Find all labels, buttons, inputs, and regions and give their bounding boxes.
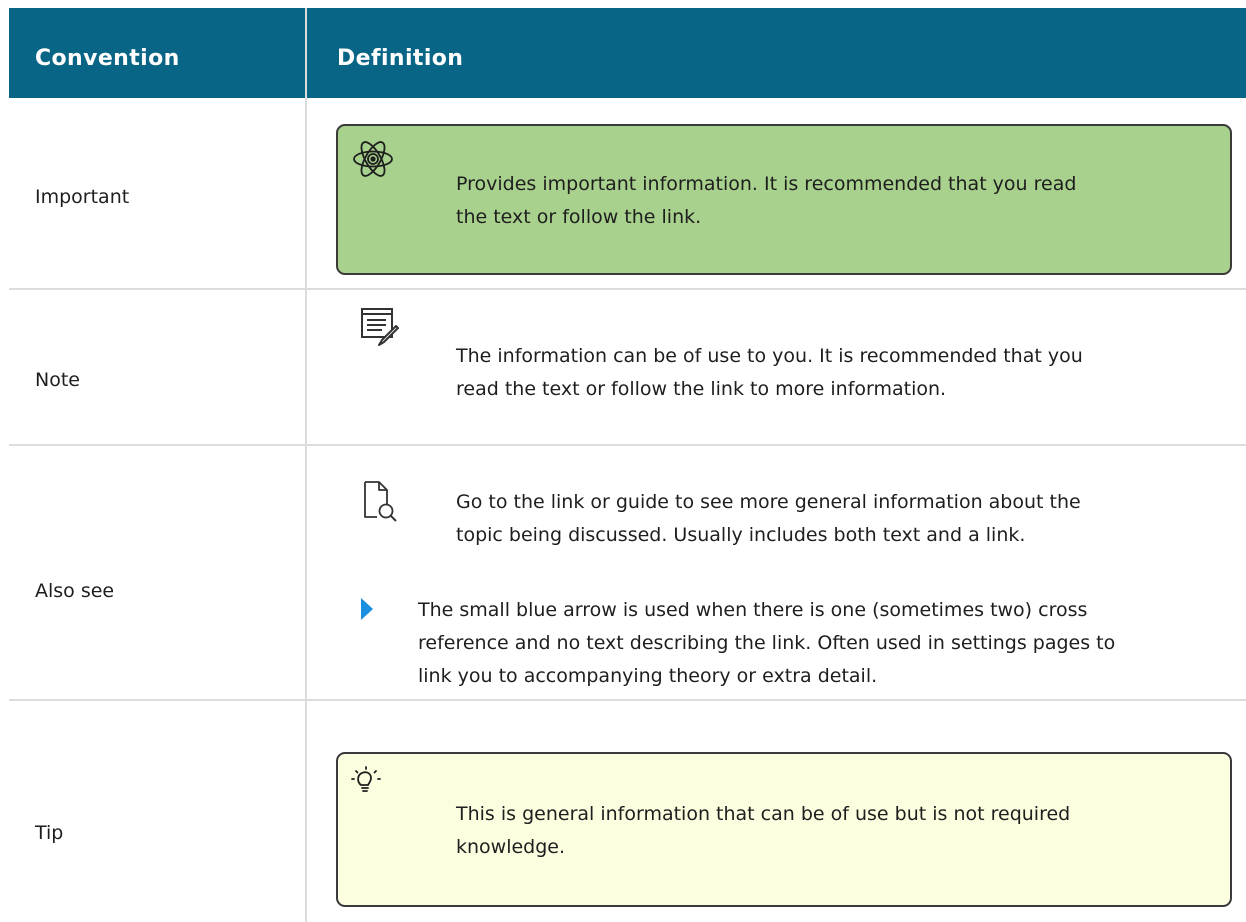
blue-arrow-icon [361, 598, 373, 620]
definition-line: knowledge. [456, 836, 566, 858]
definition-line: link you to accompanying theory or extra… [418, 665, 878, 687]
conventions-page: Convention Definition Important Provides… [0, 0, 1246, 922]
convention-important: Important [35, 186, 130, 208]
definition-line: The information can be of use to you. It… [456, 345, 1083, 367]
row-divider [9, 444, 1246, 446]
header-convention: Convention [35, 46, 180, 71]
lightbulb-icon [351, 766, 381, 792]
column-divider [305, 8, 307, 922]
convention-also-see: Also see [35, 580, 115, 602]
definition-line: read the text or follow the link to more… [456, 378, 947, 400]
tip-definition: This is general information that can be … [456, 798, 1070, 864]
header-definition: Definition [337, 46, 464, 71]
definition-line: topic being discussed. Usually includes … [456, 524, 1026, 546]
convention-note: Note [35, 369, 80, 391]
definition-line: Provides important information. It is re… [456, 173, 1077, 195]
definition-line: This is general information that can be … [456, 803, 1071, 825]
blue-arrow-definition: The small blue arrow is used when there … [418, 594, 1115, 693]
row-divider [9, 288, 1246, 290]
also-see-definition: Go to the link or guide to see more gene… [456, 486, 1081, 552]
definition-line: Go to the link or guide to see more gene… [456, 491, 1081, 513]
convention-tip: Tip [35, 822, 64, 844]
definition-line: The small blue arrow is used when there … [418, 599, 1088, 621]
document-search-icon [364, 481, 397, 522]
definition-line: reference and no text describing the lin… [418, 632, 1116, 654]
row-divider [9, 699, 1246, 701]
table-header: Convention Definition [9, 8, 1246, 98]
important-definition: Provides important information. It is re… [456, 168, 1076, 234]
atom-icon [353, 141, 393, 177]
note-pencil-icon [361, 308, 399, 346]
note-definition: The information can be of use to you. It… [456, 340, 1083, 406]
definition-line: the text or follow the link. [456, 206, 702, 228]
